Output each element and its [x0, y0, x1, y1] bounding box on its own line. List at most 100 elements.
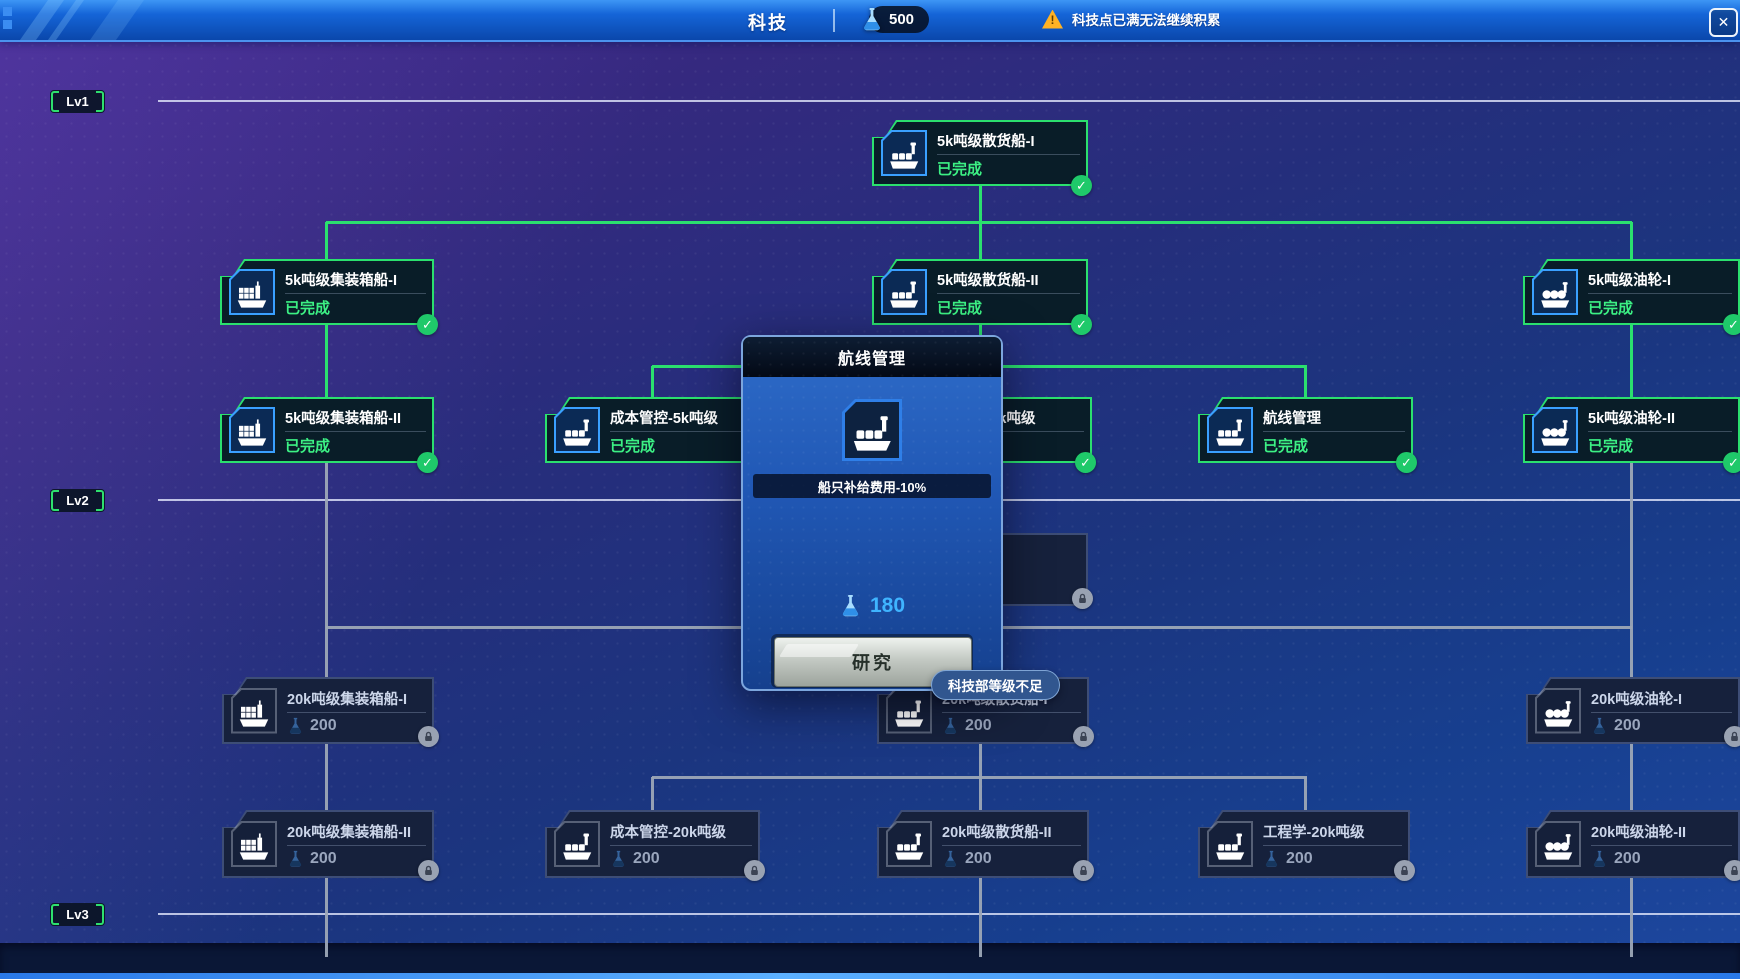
flask-icon — [860, 6, 884, 33]
connector-line — [1304, 366, 1307, 399]
padlock-icon — [1398, 864, 1411, 877]
close-icon: ✕ — [1718, 14, 1730, 31]
tech-node-20k-container-ship-1[interactable]: 20k吨级集装箱船-I 200 — [222, 677, 434, 744]
node-divider — [942, 845, 1081, 846]
node-divider — [1591, 712, 1732, 713]
padlock-icon — [422, 864, 435, 877]
node-divider — [287, 845, 426, 846]
tech-node-5k-container-ship-2[interactable]: 5k吨级集装箱船-II 已完成 ✓ — [220, 397, 434, 463]
container-ship-icon — [229, 269, 275, 315]
completed-check-icon: ✓ — [1723, 452, 1740, 473]
status-completed-label: 已完成 — [285, 435, 330, 456]
node-cost-value: 200 — [1614, 717, 1641, 735]
padlock-icon — [1076, 592, 1089, 605]
oil-tanker-icon — [1532, 269, 1578, 315]
node-status: 200 — [942, 716, 1081, 736]
level-badge: Lv3 — [50, 903, 105, 926]
node-title: 20k吨级散货船-II — [942, 821, 1081, 842]
connector-line — [1630, 743, 1633, 811]
lock-icon — [418, 860, 439, 881]
tech-node-cost-control-20k[interactable]: 成本管控-20k吨级 200 — [545, 810, 760, 878]
status-completed-label: 已完成 — [285, 297, 330, 318]
warning-icon — [1042, 10, 1063, 29]
container-ship-icon — [231, 821, 277, 867]
requirement-tooltip: 科技部等级不足 — [931, 670, 1060, 700]
node-status: 200 — [287, 849, 426, 869]
oil-tanker-icon — [1532, 407, 1578, 453]
node-status: 200 — [1591, 849, 1732, 869]
tech-node-20k-oil-tanker-1[interactable]: 20k吨级油轮-I 200 — [1526, 677, 1740, 744]
status-completed-label: 已完成 — [610, 435, 655, 456]
connector-line — [1630, 324, 1633, 399]
page-title: 科技 — [726, 9, 810, 35]
lock-icon — [1724, 726, 1740, 747]
node-status: 200 — [942, 849, 1081, 869]
cargo-ship-icon — [842, 399, 902, 461]
completed-check-icon: ✓ — [1396, 452, 1417, 473]
connector-line — [979, 777, 982, 811]
node-status: 已完成 — [1588, 297, 1732, 317]
flask-icon — [1263, 849, 1280, 869]
node-title: 成本管控-5k吨级 — [610, 407, 752, 428]
tech-node-20k-container-ship-2[interactable]: 20k吨级集装箱船-II 200 — [222, 810, 434, 878]
completed-check-icon: ✓ — [1071, 175, 1092, 196]
tech-node-20k-bulk-carrier-2[interactable]: 20k吨级散货船-II 200 — [877, 810, 1089, 878]
node-cost-value: 200 — [310, 717, 337, 735]
lock-icon — [418, 726, 439, 747]
tech-node-cost-control-5k[interactable]: 成本管控-5k吨级 已完成 ✓ — [545, 397, 760, 463]
node-status: 已完成 — [937, 297, 1080, 317]
tech-node-5k-container-ship-1[interactable]: 5k吨级集装箱船-I 已完成 ✓ — [220, 259, 434, 325]
node-cost-value: 200 — [1614, 850, 1641, 868]
bulk-carrier-icon — [1207, 407, 1253, 453]
connector-line — [325, 222, 328, 261]
node-cost-value: 200 — [965, 717, 992, 735]
tech-detail-modal: 航线管理 船只补给费用-10% 180 研究 — [741, 335, 1003, 691]
status-completed-label: 已完成 — [1263, 435, 1308, 456]
node-title: 5k吨级集装箱船-I — [285, 269, 426, 290]
connector-line — [325, 743, 328, 811]
node-divider — [1588, 293, 1732, 294]
tech-node-route-management[interactable]: 航线管理 已完成 ✓ — [1198, 397, 1413, 463]
connector-line — [325, 462, 328, 678]
node-divider — [942, 712, 1081, 713]
node-divider — [1263, 845, 1402, 846]
status-completed-label: 已完成 — [937, 297, 982, 318]
padlock-icon — [1728, 864, 1740, 877]
tech-node-20k-oil-tanker-2[interactable]: 20k吨级油轮-II 200 — [1526, 810, 1740, 878]
node-title: 5k吨级油轮-II — [1588, 407, 1732, 428]
tech-node-engineering-20k[interactable]: 工程学-20k吨级 200 — [1198, 810, 1410, 878]
node-title: 20k吨级油轮-II — [1591, 821, 1732, 842]
node-status: 已完成 — [610, 435, 752, 455]
bulk-carrier-icon — [881, 130, 927, 176]
tech-tree-screen: 科技 500 科技点已满无法继续积累 ✕ Lv1Lv2Lv3 5k吨级散货船-I — [0, 0, 1740, 979]
connector-line — [651, 777, 654, 811]
connector-line — [325, 877, 328, 957]
oil-tanker-icon — [1535, 688, 1581, 734]
tech-node-5k-oil-tanker-2[interactable]: 5k吨级油轮-II 已完成 ✓ — [1523, 397, 1740, 463]
node-title: 5k吨级散货船-I — [937, 130, 1080, 151]
connector-line — [979, 222, 982, 261]
topbar-streak-decoration — [90, 0, 144, 40]
tech-node-5k-bulk-carrier-1[interactable]: 5k吨级散货船-I 已完成 ✓ — [872, 120, 1088, 186]
bottom-highlight-bar — [0, 973, 1740, 979]
tech-node-5k-oil-tanker-1[interactable]: 5k吨级油轮-I 已完成 ✓ — [1523, 259, 1740, 325]
connector-line — [1630, 877, 1633, 957]
node-divider — [937, 293, 1080, 294]
connector-line — [979, 186, 982, 224]
tech-node-5k-bulk-carrier-2[interactable]: 5k吨级散货船-II 已完成 ✓ — [872, 259, 1088, 325]
node-title: 5k吨级油轮-I — [1588, 269, 1732, 290]
close-button[interactable]: ✕ — [1709, 8, 1738, 37]
node-cost-value: 200 — [310, 850, 337, 868]
container-ship-icon — [231, 688, 277, 734]
node-status: 已完成 — [285, 297, 426, 317]
lock-icon — [1394, 860, 1415, 881]
node-divider — [937, 154, 1080, 155]
lock-icon — [1724, 860, 1740, 881]
connector-line — [1630, 222, 1633, 261]
container-ship-icon — [229, 407, 275, 453]
node-divider — [1591, 845, 1732, 846]
research-cost-value: 180 — [870, 594, 905, 618]
node-divider — [285, 431, 426, 432]
completed-check-icon: ✓ — [417, 314, 438, 335]
flask-icon — [287, 716, 304, 736]
